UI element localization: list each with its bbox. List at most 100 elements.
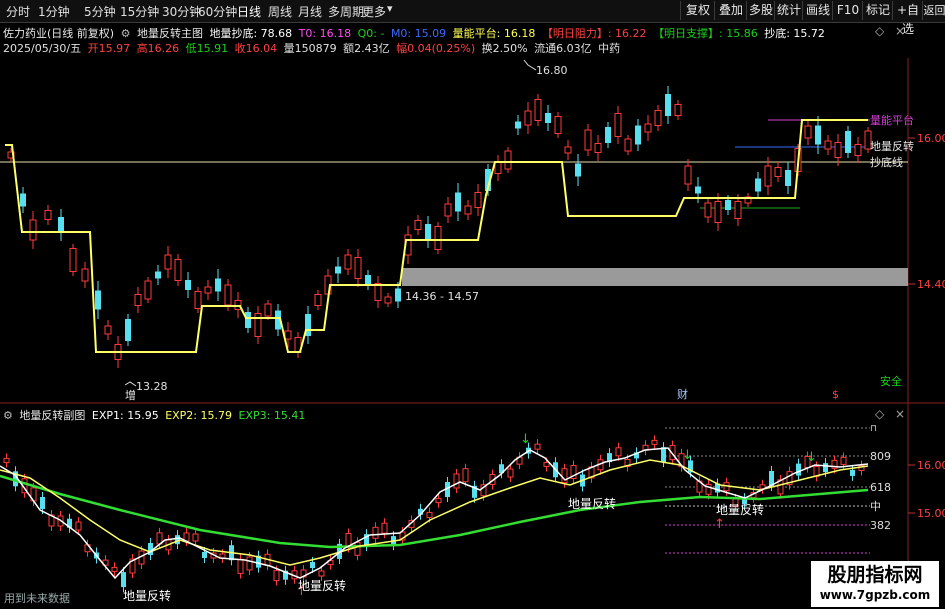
sub-indicator-name[interactable]: 地量反转副图: [19, 409, 85, 422]
candle-body: [58, 217, 64, 233]
sub-candle-body: [156, 532, 163, 545]
sub-param-exp1: EXP1: 15.95: [91, 409, 159, 422]
tab-15min[interactable]: 15分钟: [120, 3, 159, 20]
sub-candle-body: [472, 485, 477, 498]
tab-minute-chart[interactable]: 分时: [6, 3, 30, 20]
candle-body: [174, 259, 182, 281]
candle-body: [584, 129, 592, 151]
sub-candle-body: [750, 492, 757, 499]
sub-candle-body: [84, 544, 91, 553]
sub-candle-body: [715, 483, 720, 493]
sub-candle-body: [570, 465, 577, 479]
f10-button[interactable]: F10: [832, 1, 863, 20]
sub-candle-body: [291, 570, 298, 580]
sub-candle-body: [688, 460, 693, 473]
tab-monthly[interactable]: 月线: [298, 3, 322, 20]
tab-1min[interactable]: 1分钟: [38, 3, 70, 20]
add-watchlist-button[interactable]: +自选: [892, 1, 923, 36]
candle-body: [674, 104, 682, 116]
signal-label: 地量反转: [716, 502, 764, 517]
sub-candle-body: [300, 569, 307, 578]
watermark: 股朋指标网 www.7gpzb.com: [811, 561, 939, 607]
axis-label-1440: 14.40: [917, 278, 945, 291]
candle-body: [815, 125, 821, 145]
sub-param-exp3: EXP3: 15.41: [238, 409, 306, 422]
candle-body: [155, 271, 161, 279]
sub-diamond-icon[interactable]: ◇: [875, 407, 885, 421]
sub-candle-body: [229, 545, 234, 561]
sub-indicator-chart[interactable]: 16.00 15.00 ◇ × ⊓ 809 618 中 382 ↓ ↓ ↓ ↑ …: [0, 0, 945, 609]
candle-body: [545, 113, 551, 123]
quote-open: 开15.97: [87, 42, 131, 55]
sub-settings-icon[interactable]: ⚙: [3, 409, 13, 422]
exp1-line: [0, 447, 869, 580]
sub-candle-body: [237, 558, 244, 574]
candle-body: [494, 162, 502, 174]
overlay-button[interactable]: 叠加: [714, 1, 747, 20]
sub-candle-body: [57, 515, 64, 527]
candle-body: [404, 234, 412, 256]
settings-icon[interactable]: ⚙: [121, 27, 131, 40]
sub-candle-body: [111, 566, 118, 572]
statistics-button[interactable]: 统计: [774, 1, 803, 20]
sub-candle-body: [210, 552, 217, 559]
sub-candle-body: [634, 452, 639, 459]
param-liangneng-platform: 量能平台: 16.18: [452, 27, 536, 40]
candle-body: [365, 275, 371, 285]
down-arrow-icon: ↓: [682, 448, 693, 463]
candle-body: [395, 288, 401, 302]
exp2-line: [0, 459, 869, 566]
more-dropdown-icon[interactable]: ▾: [387, 2, 393, 15]
tab-5min[interactable]: 5分钟: [84, 3, 116, 20]
diamond-icon[interactable]: ◇: [875, 24, 885, 38]
sub-candle-body: [607, 453, 612, 463]
candle-body: [714, 201, 722, 223]
candle-body: [335, 266, 341, 274]
candle-body: [824, 140, 832, 150]
sub-candle-body: [742, 498, 747, 505]
candle-body: [635, 125, 641, 145]
cai-marker: 财: [677, 387, 688, 401]
tab-30min[interactable]: 30分钟: [162, 3, 201, 20]
up-arrow-icon: ↑: [296, 584, 307, 599]
tab-daily[interactable]: 日线: [237, 3, 261, 20]
candle-body: [444, 203, 452, 217]
sub-axis-label-15: 15.00: [917, 507, 945, 520]
sub-candle-body: [337, 543, 342, 559]
main-kline-chart[interactable]: 16.00 14.40 ◇ × 16.80 13.28 14.36 - 14.5…: [0, 0, 945, 609]
multi-stock-button[interactable]: 多股: [746, 1, 775, 20]
candle-body: [344, 254, 352, 270]
sub-candle-body: [705, 483, 712, 495]
sub-candle-body: [13, 471, 18, 487]
adjust-button[interactable]: 复权: [680, 1, 715, 20]
tab-weekly[interactable]: 周线: [268, 3, 292, 20]
back-button[interactable]: 返回: [922, 1, 945, 20]
sub-candlesticks: [3, 435, 865, 593]
mark-button[interactable]: 标记: [862, 1, 893, 20]
candle-body: [20, 193, 26, 207]
param-dilaing-chaodi: 地量抄底: 78.68: [209, 27, 293, 40]
draw-line-button[interactable]: 画线: [802, 1, 833, 20]
sub-candle-body: [283, 570, 288, 580]
tab-multi-period[interactable]: 多周期: [328, 3, 364, 20]
sub-candle-body: [435, 498, 442, 504]
axis-label-16: 16.00: [917, 132, 945, 145]
candle-body: [354, 257, 362, 279]
signal-label: 地量反转: [298, 578, 346, 593]
tab-60min[interactable]: 60分钟: [198, 3, 237, 20]
indicator-name[interactable]: 地量反转主图: [137, 27, 203, 40]
candle-body: [254, 313, 262, 337]
candle-body: [144, 280, 152, 300]
level-809-label: 809: [870, 450, 891, 463]
zeng-marker: 增: [125, 388, 136, 402]
reversal-line-label: 地量反转: [870, 139, 914, 153]
quote-float-shares: 流通6.03亿: [534, 42, 592, 55]
sub-candle-body: [553, 462, 558, 478]
tab-more[interactable]: 更多: [362, 3, 386, 20]
sub-close-icon[interactable]: ×: [895, 407, 905, 421]
sub-candle-body: [445, 482, 450, 497]
chaodi-line-label: 抄底线: [870, 155, 903, 169]
sub-candle-body: [480, 484, 487, 497]
param-t0: T0: 16.18: [298, 27, 352, 40]
sub-candle-body: [273, 570, 280, 582]
